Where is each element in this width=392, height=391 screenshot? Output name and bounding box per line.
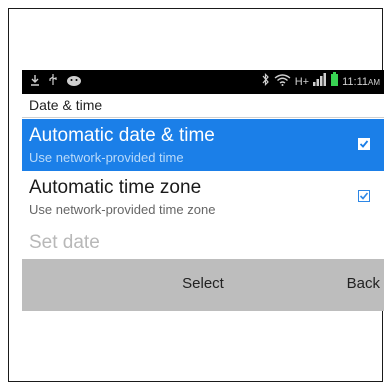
wifi-icon [274, 72, 291, 92]
status-time: 11:11AM [342, 75, 380, 88]
setting-title: Automatic date & time [29, 125, 215, 146]
status-bar: H+ 11:11AM [22, 70, 384, 94]
automatic-date-time-checkbox[interactable] [358, 138, 370, 150]
back-softkey[interactable]: Back [347, 275, 380, 292]
page-title: Date & time [29, 97, 103, 113]
battery-icon [331, 72, 339, 92]
setting-subtitle: Use network-provided time [29, 150, 184, 165]
usb-icon [48, 72, 58, 92]
setting-set-date[interactable]: Set date [22, 224, 384, 260]
setting-title: Set date [29, 232, 100, 253]
setting-subtitle: Use network-provided time zone [29, 202, 216, 217]
status-left-icons [30, 72, 82, 92]
bluetooth-icon [261, 72, 270, 92]
title-bar: Date & time [22, 94, 384, 118]
network-type-label: H+ [294, 76, 310, 88]
checkmark-icon [359, 140, 369, 148]
checkmark-icon [359, 192, 369, 200]
phone-screen: H+ 11:11AM Date & time Automatic date & … [22, 70, 384, 311]
select-softkey[interactable]: Select [22, 275, 384, 292]
automatic-time-zone-checkbox[interactable] [358, 190, 370, 202]
download-icon [30, 72, 40, 92]
softkey-bar: Select Back [22, 259, 384, 311]
setting-automatic-date-time[interactable]: Automatic date & time Use network-provid… [22, 119, 384, 171]
signal-icon [313, 72, 327, 92]
android-debug-icon [66, 72, 82, 92]
status-right-icons: H+ 11:11AM [261, 72, 380, 92]
setting-automatic-time-zone[interactable]: Automatic time zone Use network-provided… [22, 171, 384, 223]
setting-title: Automatic time zone [29, 177, 202, 198]
